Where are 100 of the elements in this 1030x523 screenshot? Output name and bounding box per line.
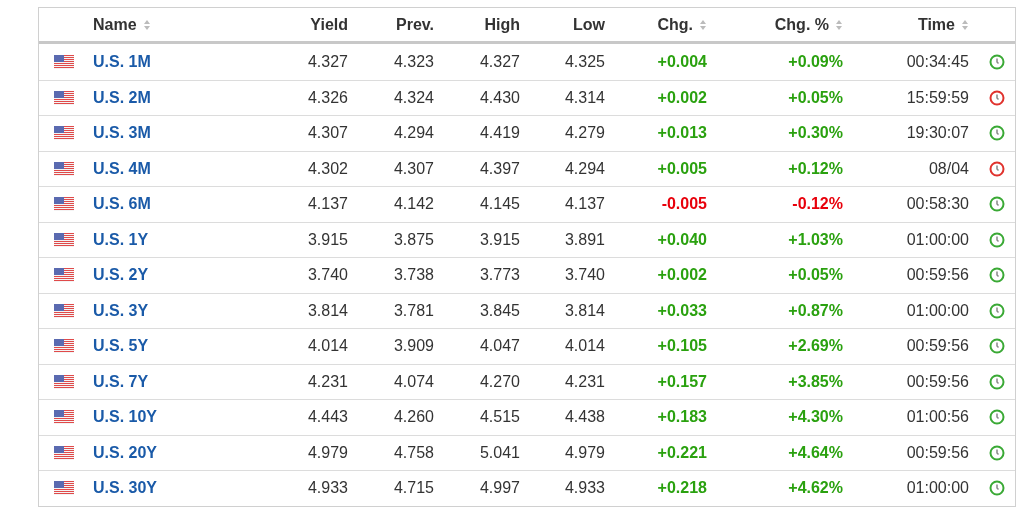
us-flag-icon xyxy=(54,445,74,460)
us-flag-icon xyxy=(54,268,74,283)
column-header: High xyxy=(484,14,520,35)
table-cell: 4.137 xyxy=(564,195,605,213)
change-percent-cell: +0.87% xyxy=(788,301,843,319)
change-cell: +0.218 xyxy=(657,479,707,497)
table-cell: 3.915 xyxy=(307,230,348,248)
table-cell: 4.515 xyxy=(479,408,520,426)
column-header[interactable]: Chg. % xyxy=(774,12,829,37)
time-cell: 00:59:56 xyxy=(906,266,969,284)
time-cell: 00:59:56 xyxy=(906,372,969,390)
change-percent-cell: +3.85% xyxy=(788,372,843,390)
bond-name-link[interactable]: U.S. 5Y xyxy=(93,337,149,355)
table-cell: 4.430 xyxy=(479,88,520,106)
change-percent-cell: +0.05% xyxy=(788,266,843,284)
table-cell: 4.419 xyxy=(479,124,520,142)
change-percent-cell: +4.64% xyxy=(788,443,843,461)
table-cell: 4.314 xyxy=(564,88,605,106)
table-cell: 4.047 xyxy=(479,337,520,355)
change-percent-cell: +0.05% xyxy=(788,88,843,106)
table-cell: 4.326 xyxy=(307,88,348,106)
table-cell: 4.145 xyxy=(479,195,520,213)
change-percent-cell: +4.62% xyxy=(788,479,843,497)
bond-name-link[interactable]: U.S. 10Y xyxy=(93,408,158,426)
table-cell: 4.294 xyxy=(393,124,434,142)
us-flag-icon xyxy=(54,339,74,354)
us-flag-icon xyxy=(54,374,74,389)
us-flag-icon xyxy=(54,232,74,247)
table-cell: 4.260 xyxy=(393,408,434,426)
table-cell: 4.979 xyxy=(307,443,348,461)
sort-icon[interactable] xyxy=(961,18,969,31)
table-cell: 3.738 xyxy=(393,266,434,284)
table-cell: 4.979 xyxy=(564,443,605,461)
time-cell: 01:00:00 xyxy=(906,479,969,497)
sort-icon[interactable] xyxy=(835,18,843,31)
change-percent-cell: +0.30% xyxy=(788,124,843,142)
table-cell: 3.740 xyxy=(564,266,605,284)
us-flag-icon xyxy=(54,481,74,496)
bond-name-link[interactable]: U.S. 3Y xyxy=(93,301,149,319)
bond-name-link[interactable]: U.S. 2Y xyxy=(93,266,149,284)
us-flag-icon xyxy=(54,161,74,176)
table-cell: 4.443 xyxy=(307,408,348,426)
table-cell: 4.397 xyxy=(479,159,520,177)
table-cell: 4.279 xyxy=(564,124,605,142)
bond-name-link[interactable]: U.S. 3M xyxy=(93,124,151,142)
us-flag-icon xyxy=(54,126,74,141)
change-cell: +0.004 xyxy=(657,52,707,70)
table-cell: 4.327 xyxy=(479,52,520,70)
table-cell: 4.715 xyxy=(393,479,434,497)
bond-name-link[interactable]: U.S. 7Y xyxy=(93,372,149,390)
table-cell: 4.231 xyxy=(307,372,348,390)
change-percent-cell: +1.03% xyxy=(788,230,843,248)
bond-name-link[interactable]: U.S. 2M xyxy=(93,88,151,106)
table-cell: 3.814 xyxy=(307,301,348,319)
table-cell: 3.909 xyxy=(393,337,434,355)
table-cell: 3.845 xyxy=(479,301,520,319)
time-cell: 00:58:30 xyxy=(906,195,969,213)
column-header[interactable]: Name xyxy=(93,12,137,37)
change-cell: +0.033 xyxy=(657,301,707,319)
change-cell: +0.013 xyxy=(657,124,707,142)
table-cell: 4.014 xyxy=(564,337,605,355)
bond-name-link[interactable]: U.S. 4M xyxy=(93,159,151,177)
table-cell: 3.875 xyxy=(393,230,434,248)
table-cell: 4.997 xyxy=(479,479,520,497)
time-cell: 01:00:00 xyxy=(906,301,969,319)
us-flag-icon xyxy=(54,197,74,212)
time-cell: 01:00:00 xyxy=(906,230,969,248)
change-percent-cell: +0.09% xyxy=(788,52,843,70)
table-cell: 4.323 xyxy=(393,52,434,70)
table-cell: 3.891 xyxy=(564,230,605,248)
bond-name-link[interactable]: U.S. 20Y xyxy=(93,443,158,461)
column-header[interactable]: Chg. xyxy=(657,12,693,37)
table-cell: 3.915 xyxy=(479,230,520,248)
change-cell: +0.183 xyxy=(657,408,707,426)
change-cell: +0.005 xyxy=(657,159,707,177)
table-cell: 4.307 xyxy=(307,124,348,142)
change-cell: +0.002 xyxy=(657,266,707,284)
table-cell: 3.740 xyxy=(307,266,348,284)
time-cell: 00:59:56 xyxy=(906,443,969,461)
table-cell: 3.781 xyxy=(393,301,434,319)
change-cell: +0.002 xyxy=(657,88,707,106)
column-header: Yield xyxy=(310,14,348,35)
table-cell: 4.324 xyxy=(393,88,434,106)
change-percent-cell: +2.69% xyxy=(788,337,843,355)
change-cell: +0.040 xyxy=(657,230,707,248)
change-percent-cell: -0.12% xyxy=(792,195,843,213)
bond-name-link[interactable]: U.S. 6M xyxy=(93,195,151,213)
bond-name-link[interactable]: U.S. 1Y xyxy=(93,230,149,248)
time-cell: 00:59:56 xyxy=(906,337,969,355)
table-cell: 4.142 xyxy=(393,195,434,213)
table-cell: 4.758 xyxy=(393,443,434,461)
change-cell: +0.157 xyxy=(657,372,707,390)
us-flag-icon xyxy=(54,54,74,69)
column-header[interactable]: Time xyxy=(917,12,955,37)
sort-icon[interactable] xyxy=(142,18,151,31)
bond-name-link[interactable]: U.S. 1M xyxy=(93,52,151,70)
bond-name-link[interactable]: U.S. 30Y xyxy=(93,479,158,497)
sort-icon[interactable] xyxy=(699,18,707,31)
table-cell: 4.231 xyxy=(564,372,605,390)
table-cell: 3.814 xyxy=(564,301,605,319)
